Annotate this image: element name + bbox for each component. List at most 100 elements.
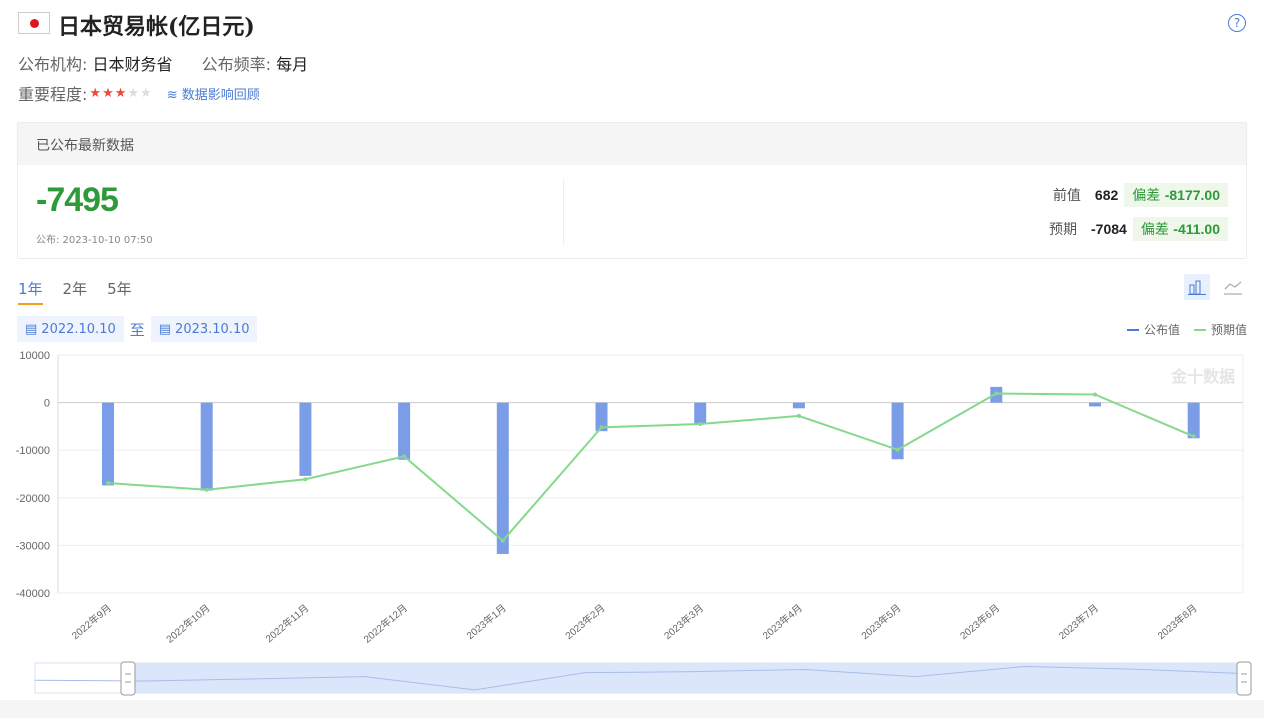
y-tick-label: -10000 — [16, 445, 50, 457]
star-filled-icon: ★ — [114, 85, 128, 101]
x-tick-label: 2023年4月 — [760, 601, 805, 642]
x-tick-label: 2022年9月 — [69, 601, 114, 642]
y-tick-label: -40000 — [16, 588, 50, 600]
forecast-point — [402, 454, 407, 459]
deviation-value: -411.00 — [1173, 221, 1220, 237]
header: 日本贸易帐(亿日元) ? — [18, 8, 1246, 40]
bar-chart-button[interactable] — [1184, 274, 1210, 300]
forecast-point — [204, 487, 209, 492]
bar-chart-icon — [1188, 280, 1206, 295]
line-chart-icon — [1224, 281, 1242, 295]
calendar-icon: ▤ — [158, 321, 172, 337]
forecast-deviation: 偏差 -411.00 — [1132, 217, 1228, 241]
forecast-row: 预期 -7084 偏差 -411.00 — [1049, 217, 1228, 241]
divider — [563, 179, 564, 245]
latest-data-panel: 已公布最新数据 -7495 公布: 2023-10-10 07:50 前值 68… — [17, 122, 1247, 259]
legend-actual[interactable]: 公布值 — [1126, 321, 1180, 338]
x-tick-label: 2022年10月 — [163, 601, 212, 645]
page-title: 日本贸易帐(亿日元) — [58, 14, 255, 40]
forecast-point — [1191, 434, 1196, 439]
previous-label: 前值 — [1052, 188, 1081, 204]
x-tick-label: 2023年6月 — [957, 601, 1002, 642]
publish-time: 公布: 2023-10-10 07:50 — [36, 235, 153, 246]
start-date-picker[interactable]: ▤ 2022.10.10 — [17, 316, 124, 342]
y-tick-label: -30000 — [16, 540, 50, 552]
forecast-point — [1093, 392, 1097, 397]
bar-actual — [496, 402, 509, 554]
previous-value: 682 — [1094, 187, 1119, 203]
x-tick-label: 2023年2月 — [562, 601, 607, 642]
deviation-label: 偏差 — [1140, 222, 1169, 238]
previous-row: 前值 682 偏差 -8177.00 — [1053, 183, 1228, 207]
star-filled-icon: ★ — [89, 85, 103, 101]
start-date: 2022.10.10 — [41, 321, 116, 337]
impact-review-link[interactable]: ≋ 数据影响回顾 — [167, 84, 260, 103]
bar-actual — [792, 402, 805, 409]
forecast-point — [106, 481, 110, 486]
forecast-point — [796, 413, 801, 418]
bar-actual — [694, 402, 707, 425]
deviation-value: -8177.00 — [1164, 187, 1220, 203]
footer-bar — [0, 700, 1264, 718]
range-separator: 至 — [129, 320, 145, 339]
bar-actual — [1187, 402, 1200, 439]
help-icon[interactable]: ? — [1228, 14, 1246, 32]
previous-deviation: 偏差 -8177.00 — [1124, 183, 1228, 207]
frequency-label: 公布频率: — [201, 55, 272, 74]
forecast-point — [698, 422, 703, 427]
x-tick-label: 2023年3月 — [661, 601, 706, 642]
star-empty-icon: ★ — [127, 85, 141, 101]
forecast-line — [107, 392, 1195, 543]
bar-actual — [102, 402, 114, 486]
importance-label: 重要程度: — [18, 85, 88, 104]
publisher-value: 日本财务省 — [92, 55, 173, 74]
date-range: ▤ 2022.10.10 至 ▤ 2023.10.10 — [17, 316, 258, 342]
importance-stars: ★★★★★ — [89, 86, 152, 101]
bar-actual — [200, 402, 213, 491]
navigator-handle-right[interactable] — [1236, 661, 1252, 696]
actual-value: -7495 — [36, 181, 119, 219]
layers-icon: ≋ — [166, 87, 178, 103]
y-tick-label: 10000 — [19, 350, 50, 362]
x-tick-label: 2023年8月 — [1155, 601, 1200, 642]
range-navigator[interactable] — [0, 658, 1264, 698]
x-tick-label: 2022年12月 — [361, 601, 410, 645]
y-tick-label: -20000 — [16, 493, 50, 505]
navigator-handle-left[interactable] — [120, 661, 136, 696]
forecast-point — [994, 391, 999, 396]
impact-review-label: 数据影响回顾 — [181, 87, 260, 103]
meta-row-publisher: 公布机构: 日本财务省 公布频率: 每月 — [18, 51, 332, 75]
japan-flag-icon — [18, 12, 50, 34]
end-date-picker[interactable]: ▤ 2023.10.10 — [150, 316, 258, 342]
meta-row-importance: 重要程度: ★★★★★ ≋ 数据影响回顾 — [18, 81, 260, 105]
publisher-label: 公布机构: — [18, 55, 88, 74]
watermark: 金十数据 — [1170, 367, 1235, 386]
tab-5y[interactable]: 5年 — [107, 278, 132, 305]
deviation-label: 偏差 — [1132, 188, 1161, 204]
x-tick-label: 2023年7月 — [1056, 601, 1101, 642]
bar-actual — [1089, 402, 1101, 407]
x-tick-label: 2023年1月 — [464, 601, 509, 642]
forecast-value: -7084 — [1091, 221, 1127, 237]
star-empty-icon: ★ — [140, 85, 153, 101]
bar-actual — [398, 402, 411, 460]
chart-type-switch — [1184, 274, 1246, 300]
period-tabs: 1年 2年 5年 — [18, 278, 132, 305]
legend-forecast[interactable]: 预期值 — [1193, 321, 1247, 338]
y-tick-label: 0 — [44, 398, 50, 410]
forecast-point — [500, 538, 505, 543]
chart-legend: 公布值 预期值 — [1126, 321, 1247, 338]
forecast-point — [895, 447, 900, 452]
end-date: 2023.10.10 — [175, 321, 250, 337]
legend-actual-label: 公布值 — [1143, 323, 1180, 337]
latest-data-heading: 已公布最新数据 — [18, 123, 1246, 165]
line-chart-button[interactable] — [1220, 274, 1246, 300]
tab-2y[interactable]: 2年 — [63, 278, 88, 305]
tab-1y[interactable]: 1年 — [18, 278, 43, 305]
frequency-value: 每月 — [276, 55, 309, 74]
bar-actual — [299, 402, 312, 476]
x-tick-label: 2023年5月 — [859, 601, 904, 642]
calendar-icon: ▤ — [25, 321, 38, 337]
star-filled-icon: ★ — [102, 85, 115, 101]
legend-forecast-label: 预期值 — [1210, 323, 1247, 337]
